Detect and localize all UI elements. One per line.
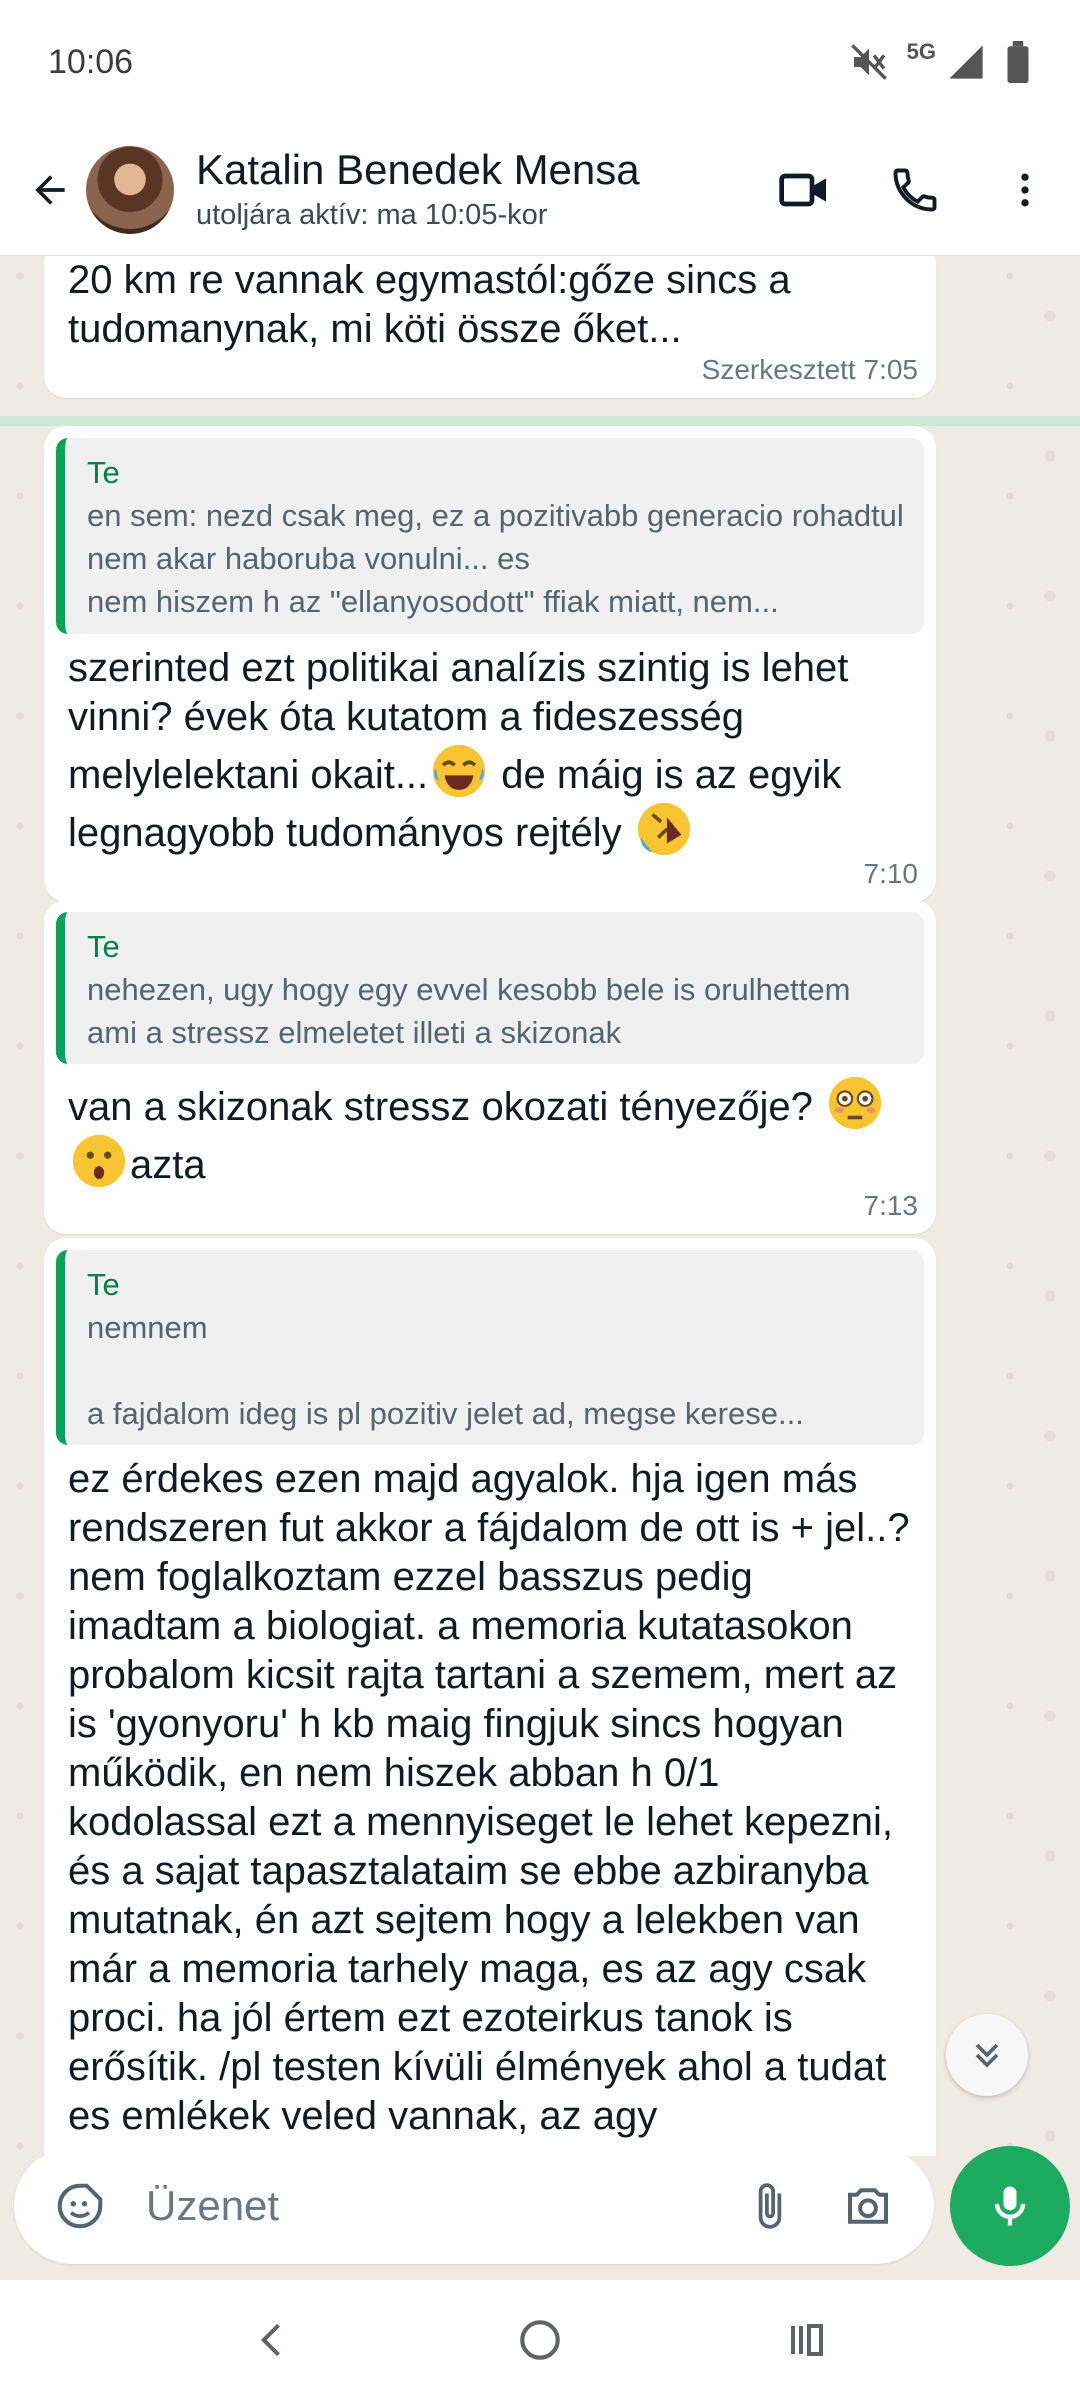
signal-icon: [946, 42, 986, 82]
message-text-part: van a skizonak stressz okozati tényezője…: [68, 1085, 824, 1129]
more-vert-icon[interactable]: [970, 140, 1080, 240]
message-bubble[interactable]: Te en sem: nezd csak meg, ez a pozitivab…: [44, 426, 936, 902]
face-with-tears-of-joy-icon: [433, 744, 486, 798]
message-text: 20 km re vannak egymastól:gőze sincs a t…: [68, 258, 791, 351]
flushed-face-icon: [828, 1076, 882, 1130]
contact-info[interactable]: Katalin Benedek Mensa utoljára aktív: ma…: [196, 145, 750, 235]
status-time: 10:06: [48, 42, 134, 81]
message-bubble[interactable]: Te nehezen, ugy hogy egy evvel kesobb be…: [44, 900, 936, 1234]
chat-area[interactable]: 20 km re vannak egymastól:gőze sincs a t…: [0, 256, 1080, 2156]
quoted-message[interactable]: Te nemnem a fajdalom ideg is pl pozitiv …: [56, 1250, 924, 1445]
quoted-message[interactable]: Te en sem: nezd csak meg, ez a pozitivab…: [56, 438, 924, 634]
mic-button[interactable]: [950, 2146, 1070, 2266]
hushed-face-icon: [72, 1134, 126, 1188]
phone-call-icon[interactable]: [860, 140, 970, 240]
quote-text: nehezen, ugy hogy egy evvel kesobb bele …: [87, 972, 851, 1050]
message-text: van a skizonak stressz okozati tényezője…: [68, 1074, 924, 1190]
mute-icon: [849, 42, 889, 82]
contact-name: Katalin Benedek Mensa: [196, 145, 640, 193]
message-text: ez érdekes ezen majd agyalok. hja igen m…: [68, 1457, 910, 2138]
nav-recents-icon[interactable]: [762, 2295, 852, 2385]
chat-header: Katalin Benedek Mensa utoljára aktív: ma…: [0, 124, 1080, 256]
message-meta: Szerkesztett 7:05: [701, 354, 918, 385]
message-meta: 7:13: [863, 1190, 919, 1221]
message-text-part: azta: [130, 1143, 206, 1187]
battery-icon: [1004, 41, 1032, 83]
nav-back-icon[interactable]: [228, 2295, 318, 2385]
rolling-on-floor-laughing-icon: [637, 802, 690, 856]
back-arrow-icon[interactable]: [14, 154, 86, 226]
status-bar: 10:06 5G: [0, 0, 1080, 124]
double-chevron-down-icon: [975, 2043, 999, 2068]
nav-home-icon[interactable]: [495, 2295, 585, 2385]
quote-author: Te: [87, 929, 120, 964]
quote-author: Te: [87, 1267, 120, 1302]
quote-text: en sem: nezd csak meg, ez a pozitivabb g…: [87, 498, 904, 619]
message-meta: 7:10: [863, 858, 919, 889]
message-composer: Üzenet: [14, 2148, 934, 2264]
quoted-message[interactable]: Te nehezen, ugy hogy egy evvel kesobb be…: [56, 912, 924, 1064]
camera-icon[interactable]: [826, 2164, 910, 2248]
status-icons: 5G: [849, 39, 1032, 83]
message-input[interactable]: Üzenet: [146, 2182, 728, 2230]
message-text: szerinted ezt politikai analízis szintig…: [68, 644, 924, 858]
last-seen-status: utoljára aktív: ma 10:05-kor: [196, 198, 548, 231]
attach-icon[interactable]: [728, 2164, 812, 2248]
sticker-icon[interactable]: [38, 2164, 122, 2248]
system-nav-bar: [0, 2280, 1080, 2400]
quote-text: nemnem a fajdalom ideg is pl pozitiv jel…: [87, 1310, 804, 1431]
avatar[interactable]: [86, 145, 174, 234]
network-label: 5G: [906, 39, 936, 64]
unread-divider: [0, 416, 1080, 426]
mic-icon: [994, 2186, 1026, 2226]
message-bubble[interactable]: 20 km re vannak egymastól:gőze sincs a t…: [44, 256, 936, 398]
header-actions: [750, 140, 1080, 240]
video-call-icon[interactable]: [750, 140, 860, 240]
scroll-to-bottom-button[interactable]: [946, 2014, 1028, 2096]
quote-author: Te: [87, 455, 120, 490]
message-bubble[interactable]: Te nemnem a fajdalom ideg is pl pozitiv …: [44, 1238, 936, 2156]
